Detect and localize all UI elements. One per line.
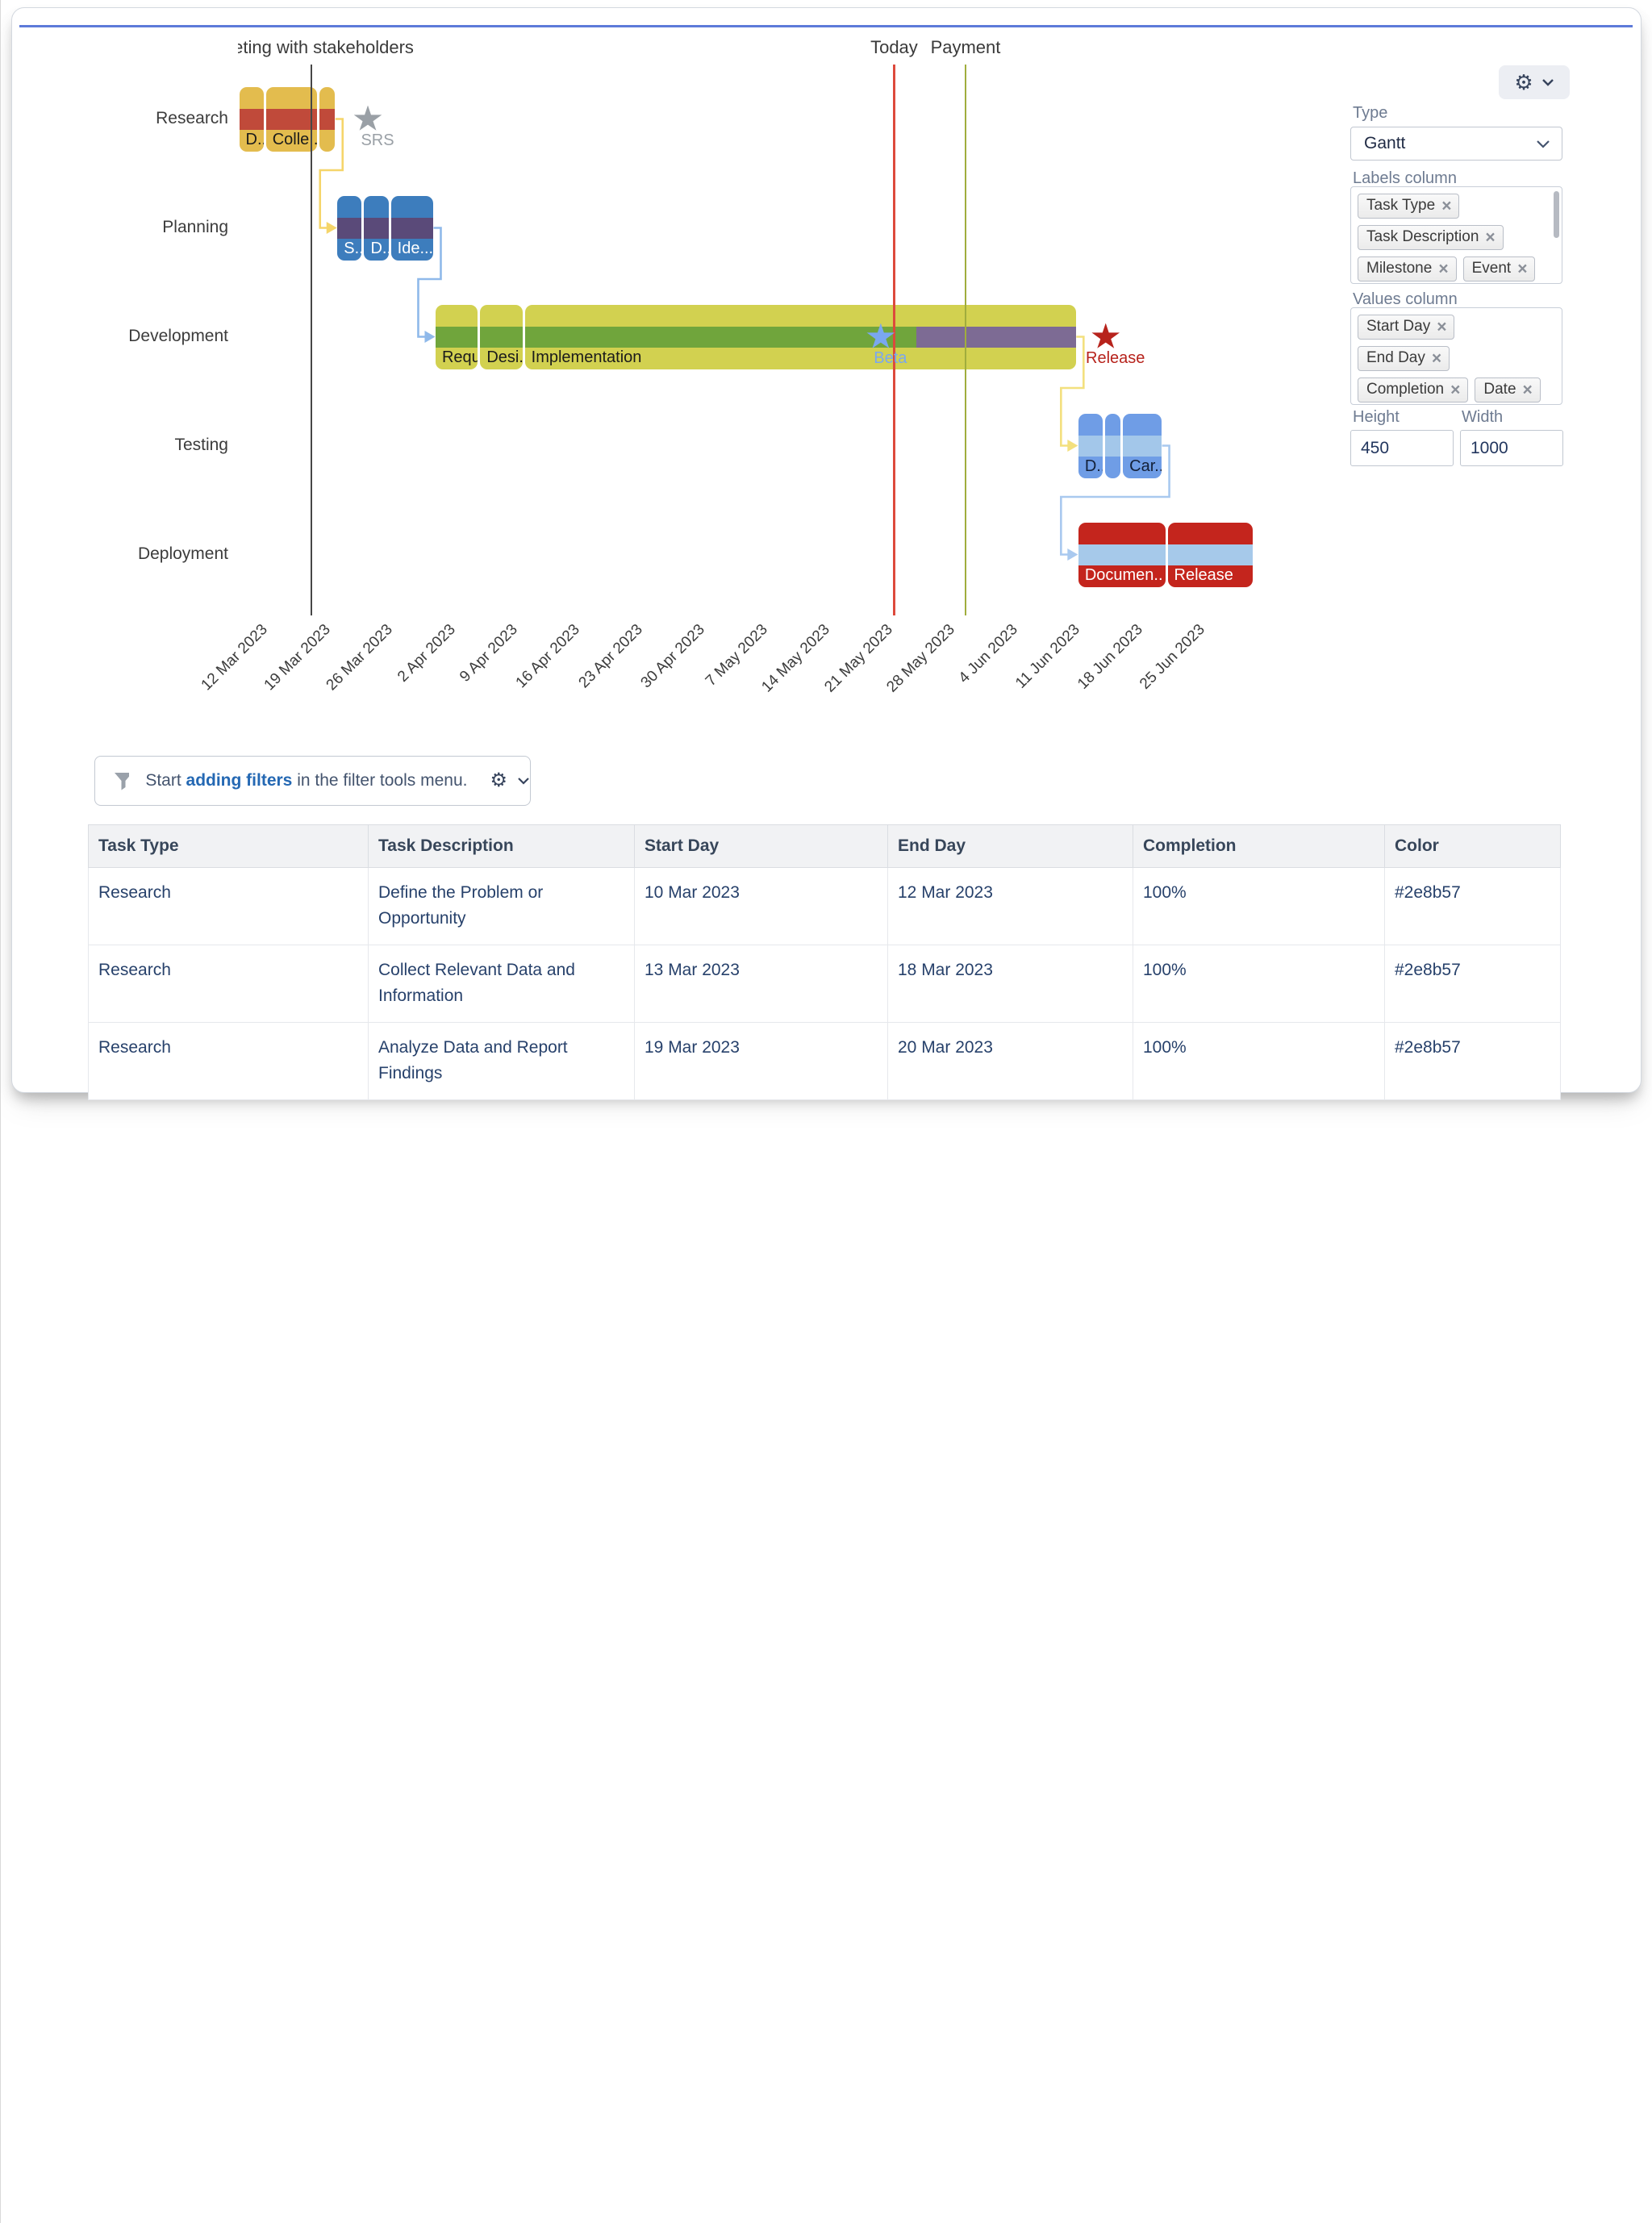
width-label: Width [1462,408,1504,426]
table-header-cell: End Day [887,824,1133,868]
table-row: Research Collect Relevant Data and Inform… [88,945,1561,1023]
tag-remove-icon[interactable]: × [1517,261,1527,277]
filter-bar: Start adding filters in the filter tools… [94,756,531,806]
table-header-cell: Completion [1133,824,1385,868]
height-input[interactable] [1350,430,1454,466]
table-cell: Define the Problem or Opportunity [368,867,635,945]
column-tag-label: Completion [1366,381,1445,398]
table-row: Research Analyze Data and Report Findings… [88,1022,1561,1100]
gridline-vertical [0,0,1,544]
table-header-cell: Task Description [368,824,635,868]
table-cell: #2e8b57 [1384,945,1561,1023]
filter-gear-icon[interactable]: ⚙ [490,771,507,790]
table-cell: Research [88,867,369,945]
values-column-box: Start Day × End Day × Completion × Date × [1350,307,1562,405]
table-cell: Collect Relevant Data and Information [368,945,635,1023]
width-input[interactable] [1460,430,1563,466]
tag-remove-icon[interactable]: × [1432,350,1441,367]
column-tag-label: Date [1483,381,1516,398]
table-cell: 100% [1133,945,1385,1023]
table-header-cell: Start Day [634,824,888,868]
column-tag[interactable]: End Day × [1358,346,1450,371]
table-header-cell: Color [1384,824,1561,868]
tag-remove-icon[interactable]: × [1437,319,1446,336]
table-cell: #2e8b57 [1384,1022,1561,1100]
tag-remove-icon[interactable]: × [1441,198,1451,215]
table-cell: Research [88,945,369,1023]
tag-remove-icon[interactable]: × [1438,261,1448,277]
table-header-cell: Task Type [88,824,369,868]
scrollbar-thumb[interactable] [1554,191,1559,238]
table-cell: 12 Mar 2023 [887,867,1133,945]
column-tag[interactable]: Date × [1475,377,1541,402]
gear-icon: ⚙ [1514,70,1533,94]
column-tag-label: Task Type [1366,197,1436,214]
table-cell: Research [88,1022,369,1100]
table-cell: #2e8b57 [1384,867,1561,945]
column-tag-label: Milestone [1366,260,1433,277]
filter-hint-text: Start adding filters in the filter tools… [145,771,468,790]
column-tag[interactable]: Milestone × [1358,256,1457,282]
column-tag[interactable]: Task Description × [1358,225,1504,250]
table-cell: 13 Mar 2023 [634,945,888,1023]
column-tag[interactable]: Start Day × [1358,315,1455,340]
table-header-row: Task Type Task Description Start Day End Da… [88,824,1561,868]
table-cell: 20 Mar 2023 [887,1022,1133,1100]
column-tag-label: Event [1471,260,1512,277]
card-accent-line [19,25,1633,27]
adding-filters-link[interactable]: adding filters [186,771,293,790]
source-data-table: Task Type Task Description Start Day End Da… [88,824,1561,1100]
gridline-vertical [0,2178,1,2223]
type-label: Type [1353,104,1388,122]
column-tag-label: End Day [1366,349,1425,366]
tag-remove-icon[interactable]: × [1450,382,1460,398]
height-label: Height [1353,408,1400,426]
type-select-value: Gantt [1364,134,1406,152]
table-cell: 100% [1133,1022,1385,1100]
table-cell: 18 Mar 2023 [887,945,1133,1023]
gridline-vertical [0,544,1,1089]
labels-column-box: Task Type × Task Description × Milestone × Eve… [1350,186,1562,284]
type-select[interactable]: Gantt [1350,127,1562,161]
table-cell: Analyze Data and Report Findings [368,1022,635,1100]
column-tag[interactable]: Event × [1462,256,1536,282]
column-tag-label: Task Description [1366,228,1479,245]
table-row: Research Define the Problem or Opportunit… [88,867,1561,945]
values-column-label: Values column [1353,290,1458,308]
table-cell: 10 Mar 2023 [634,867,888,945]
column-tag-label: Start Day [1366,318,1431,335]
gridline-vertical [0,1089,1,1633]
column-tag[interactable]: Task Type × [1358,194,1460,219]
column-tag[interactable]: Completion × [1358,377,1469,402]
filter-funnel-icon [115,773,130,790]
gridline-vertical [0,1633,1,2178]
table-cell: 19 Mar 2023 [634,1022,888,1100]
chevron-down-icon [1541,79,1554,86]
tag-remove-icon[interactable]: × [1485,229,1495,246]
chevron-down-icon [1537,140,1550,148]
tag-remove-icon[interactable]: × [1523,382,1533,398]
chart-settings-button[interactable]: ⚙ [1499,65,1570,99]
page: D..Colle..ResearchS...D..Ide...PlanningR… [0,0,1652,2223]
table-cell: 100% [1133,867,1385,945]
filter-chevron-down-icon[interactable] [517,777,530,785]
labels-column-label: Labels column [1353,169,1457,187]
